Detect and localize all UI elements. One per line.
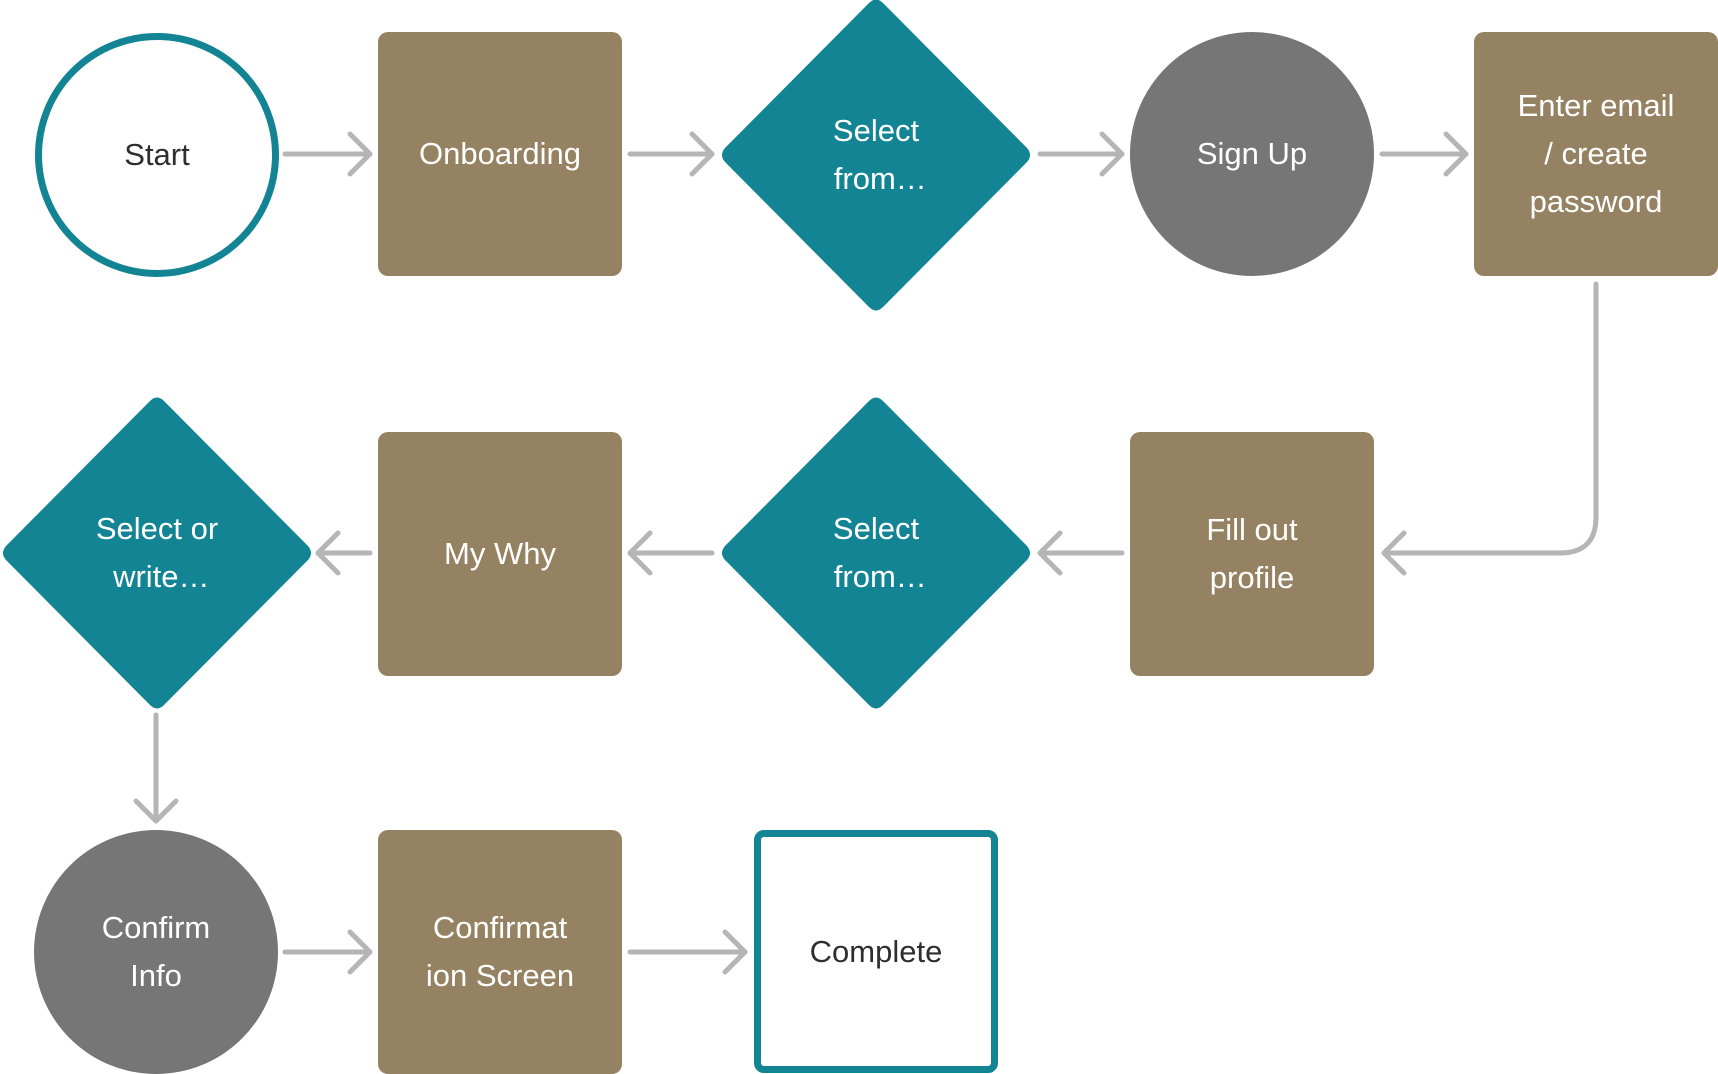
node-label: Complete [809, 933, 943, 969]
edge-fill-out-profile-to-select-from-2 [1037, 530, 1125, 576]
node-fill-out-profile[interactable]: Fill out profile [1130, 432, 1374, 676]
node-enter-email[interactable]: Enter email / create password [1474, 32, 1718, 276]
node-label: My Why [444, 536, 556, 571]
edge-confirm-info-to-confirmation-screen [282, 929, 373, 975]
node-label: Select from… [832, 511, 927, 594]
node-label: Confirm Info [101, 910, 211, 993]
edge-sign-up-to-enter-email [1379, 131, 1469, 177]
edge-onboarding-to-select-from-1 [627, 131, 715, 177]
node-label: Fill out profile [1206, 512, 1298, 595]
node-select-from-1[interactable]: Select from… [719, 0, 1033, 311]
node-my-why[interactable]: My Why [378, 432, 622, 676]
node-label: Sign Up [1196, 136, 1308, 171]
edge-select-from-1-to-sign-up [1037, 131, 1125, 177]
node-label: Select or write… [95, 511, 219, 594]
node-label: Start [124, 137, 190, 172]
node-confirmation-screen[interactable]: Confirmat ion Screen [378, 830, 622, 1074]
node-select-from-2[interactable]: Select from… [719, 397, 1033, 709]
node-onboarding[interactable]: Onboarding [378, 32, 622, 276]
node-complete[interactable]: Complete [754, 830, 998, 1073]
flowchart-canvas: Start Onboarding Select from… Sign Up En… [0, 0, 1718, 1074]
node-confirm-info[interactable]: Confirm Info [34, 830, 278, 1074]
node-sign-up[interactable]: Sign Up [1130, 32, 1374, 276]
node-label: Select from… [832, 113, 927, 196]
node-label: Confirmat ion Screen [425, 910, 575, 993]
node-label: Onboarding [418, 136, 581, 171]
node-select-or-write[interactable]: Select or write… [0, 397, 314, 709]
edge-select-from-2-to-my-why [627, 530, 715, 576]
node-start[interactable]: Start [35, 33, 279, 277]
node-label: Enter email / create password [1517, 88, 1675, 219]
edge-start-to-onboarding [282, 131, 373, 177]
edge-enter-email-to-fill-out-profile [1381, 281, 1599, 576]
edge-confirmation-screen-to-complete [627, 929, 748, 975]
edge-select-or-write-to-confirm-info [133, 712, 179, 824]
edge-my-why-to-select-or-write [315, 530, 373, 576]
